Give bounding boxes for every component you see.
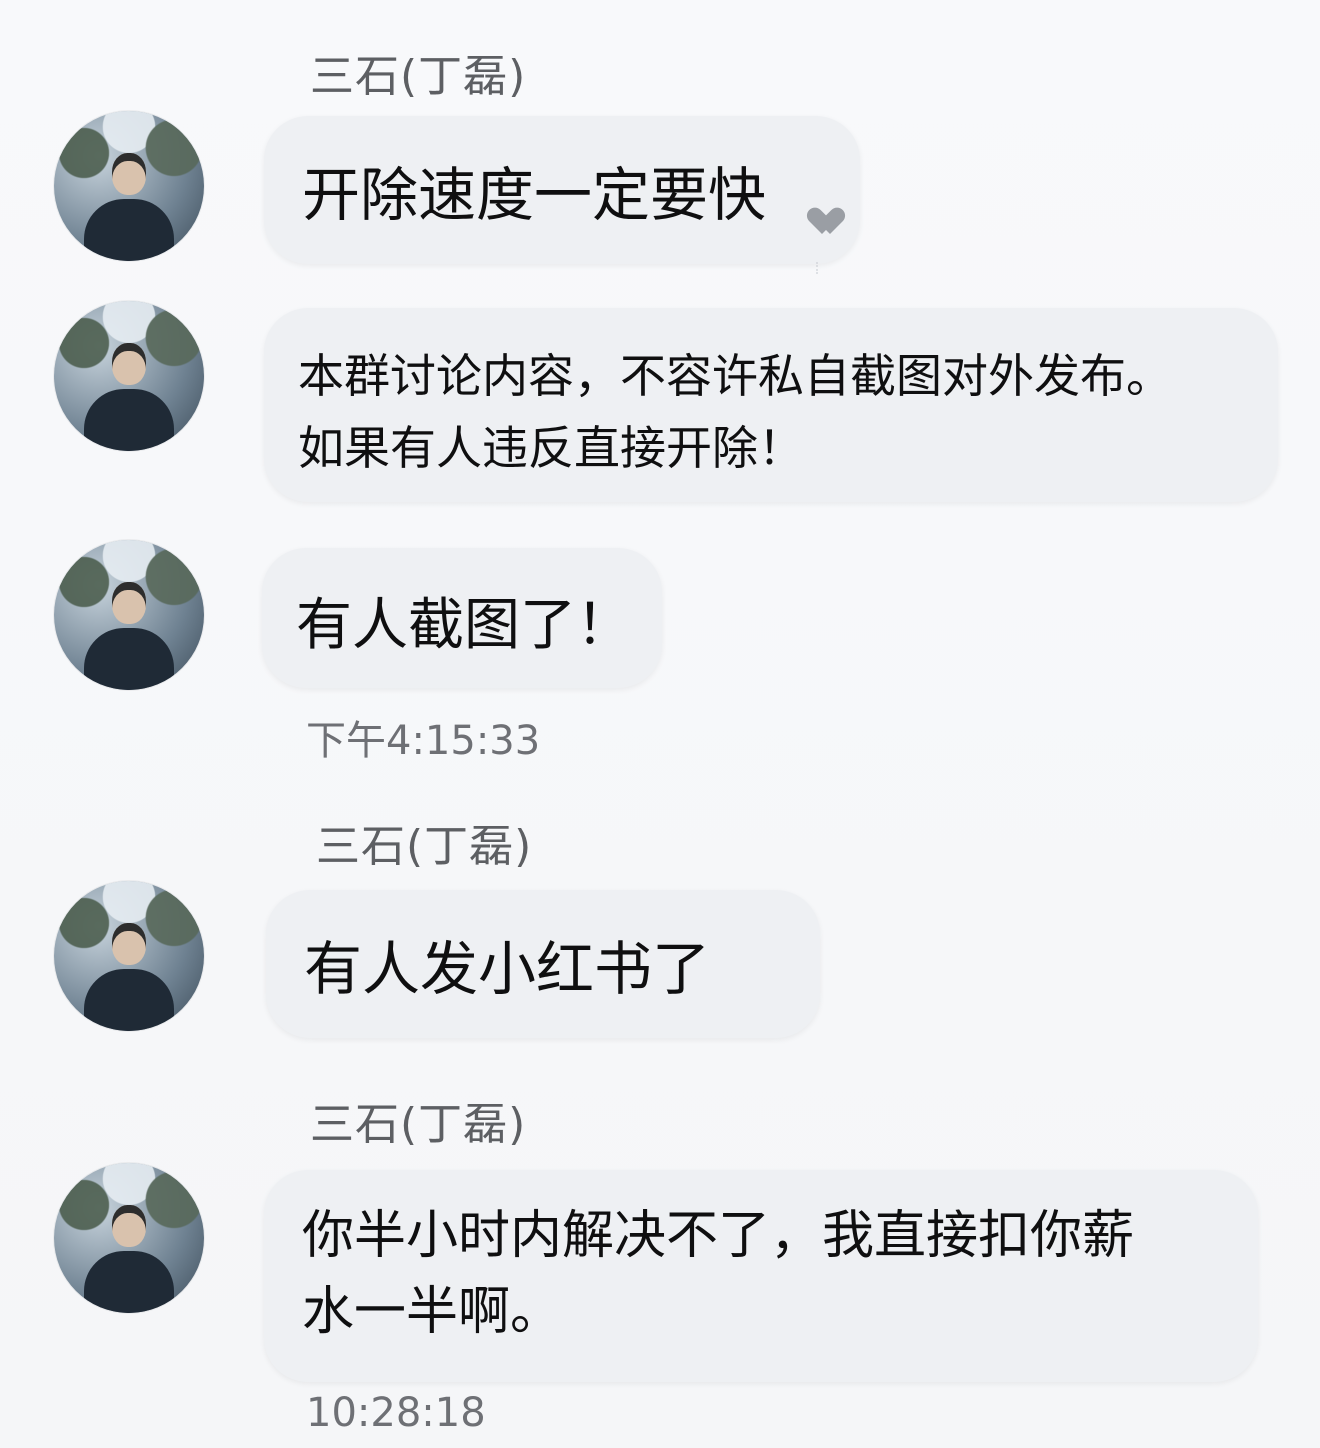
message-bubble[interactable]: 有人截图了！ — [262, 548, 662, 688]
avatar[interactable] — [54, 301, 204, 451]
avatar[interactable] — [54, 540, 204, 690]
heart-icon[interactable] — [814, 208, 840, 234]
message-bubble[interactable]: 你半小时内解决不了，我直接扣你薪 水一半啊。 — [264, 1170, 1258, 1382]
avatar[interactable] — [54, 881, 204, 1031]
message-bubble[interactable]: 本群讨论内容，不容许私自截图对外发布。 如果有人违反直接开除！ — [264, 308, 1278, 502]
avatar[interactable] — [54, 111, 204, 261]
message-text: 开除速度一定要快 — [302, 161, 767, 229]
chat-window: 三石(丁磊) 开除速度一定要快 本群讨论内容，不容许私自截图对外发布。 如果有人… — [0, 0, 1320, 1448]
message-text: 你半小时内解决不了，我直接扣你薪 水一半啊。 — [302, 1206, 1135, 1342]
sender-name: 三石(丁磊) — [310, 51, 527, 102]
sender-name: 三石(丁磊) — [316, 821, 533, 872]
message-bubble[interactable]: 有人发小红书了 — [266, 890, 820, 1038]
message-text: 有人发小红书了 — [304, 935, 711, 1003]
avatar[interactable] — [54, 1163, 204, 1313]
message-bubble[interactable]: 开除速度一定要快 — [264, 116, 860, 264]
reply-indicator-icon — [816, 262, 826, 274]
message-text: 本群讨论内容，不容许私自截图对外发布。 如果有人违反直接开除！ — [298, 349, 1172, 475]
sender-name: 三石(丁磊) — [310, 1099, 527, 1150]
timestamp: 10:28:18 — [306, 1390, 486, 1436]
timestamp: 下午4:15:33 — [306, 718, 541, 764]
message-text: 有人截图了！ — [296, 593, 632, 658]
